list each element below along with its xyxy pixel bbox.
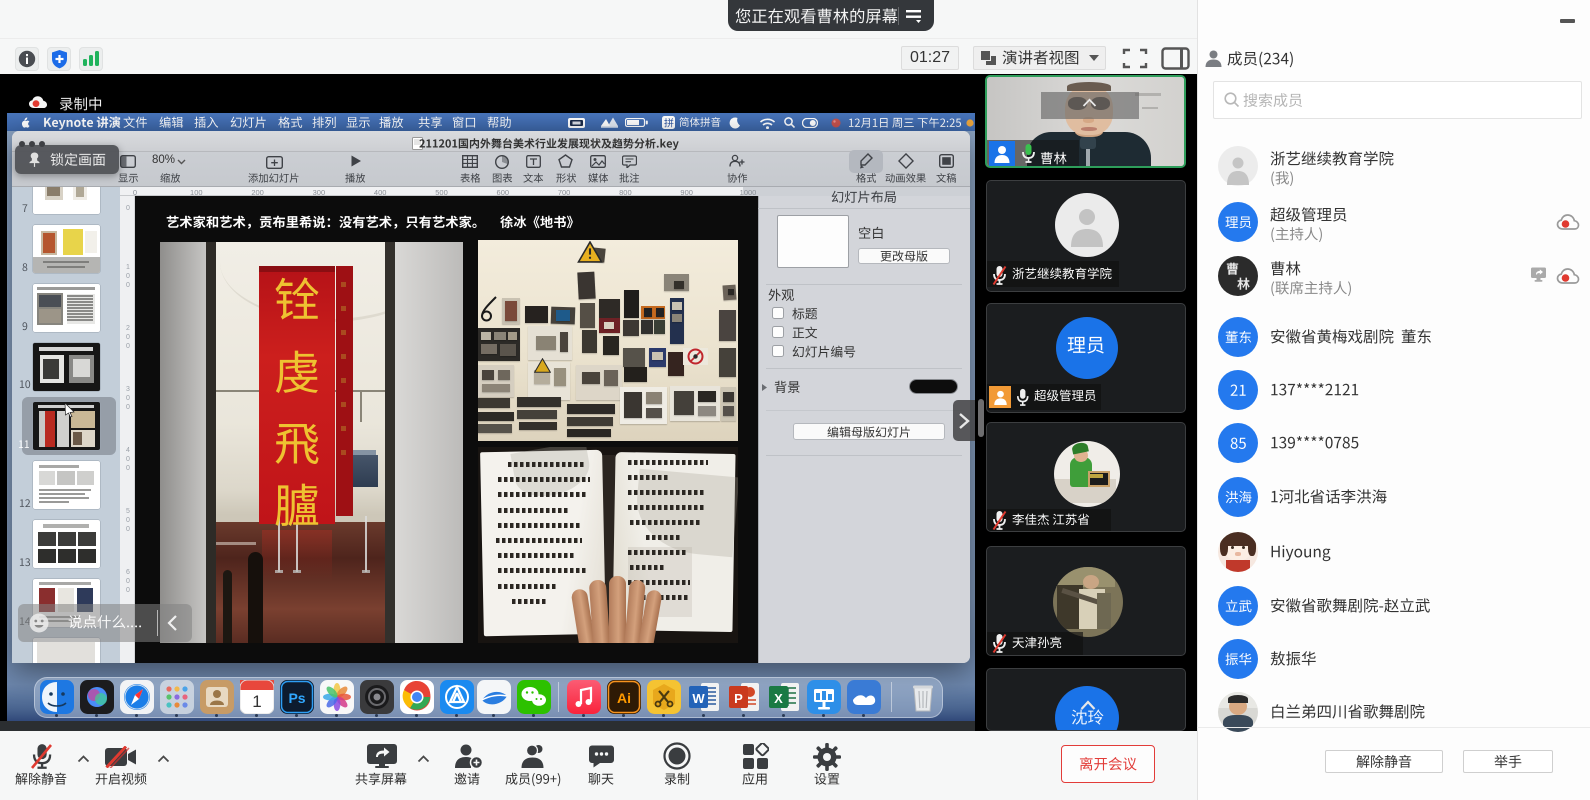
svg-text:W: W [692,691,705,706]
svg-text:Ps: Ps [288,690,305,706]
svg-text:Ai: Ai [617,690,631,706]
svg-text:P: P [734,691,743,706]
svg-text:1: 1 [252,692,261,711]
svg-text:X: X [774,691,783,706]
